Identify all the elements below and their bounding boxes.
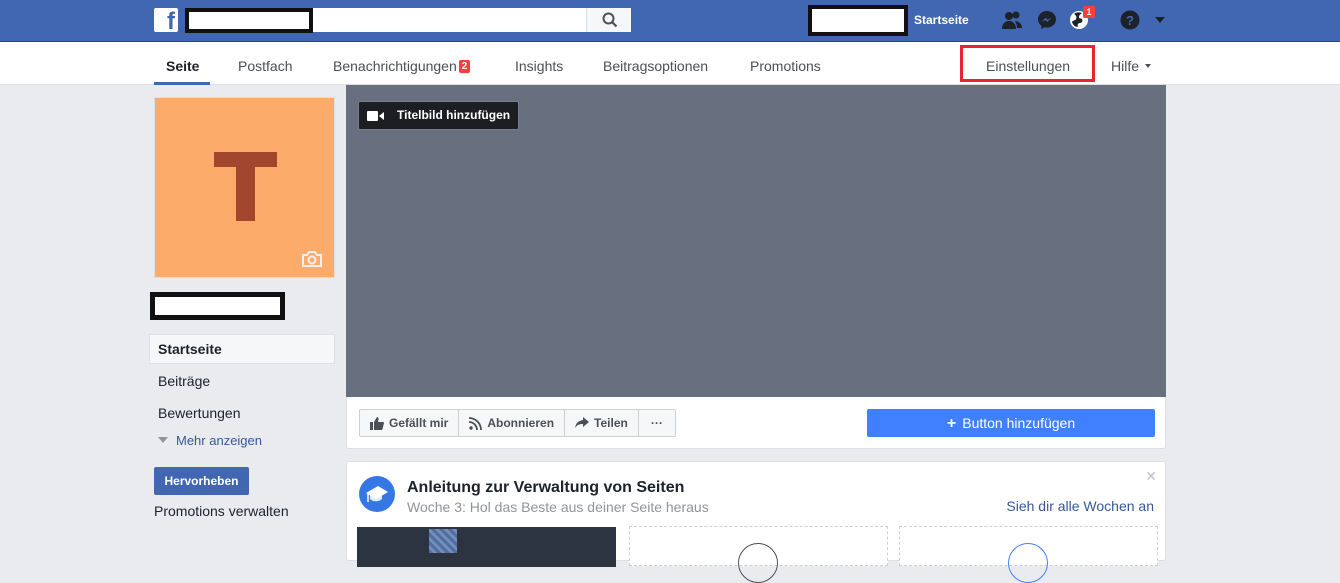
help-menu[interactable]: Hilfe (1111, 58, 1152, 74)
page-name-redacted (150, 292, 285, 320)
svg-text:?: ? (1126, 13, 1134, 28)
tab-notifications-label: Benachrichtigungen (333, 58, 457, 74)
share-arrow-icon (575, 417, 590, 428)
add-button-cta[interactable]: + Button hinzufügen (867, 409, 1155, 437)
plus-icon: + (946, 415, 957, 432)
tab-notifications[interactable]: Benachrichtigungen 2 (333, 58, 471, 74)
help-menu-label: Hilfe (1111, 58, 1140, 74)
guide-title: Anleitung zur Verwaltung von Seiten (407, 479, 685, 496)
show-more-label: Mehr anzeigen (176, 433, 262, 448)
guide-step-tile[interactable] (629, 526, 888, 583)
help-icon[interactable]: ? (1119, 9, 1141, 31)
page-action-bar: Gefällt mir Abonnieren Teilen ··· + Butto… (346, 397, 1166, 449)
video-camera-icon (367, 111, 384, 121)
more-options-button[interactable]: ··· (639, 410, 675, 436)
tab-insights[interactable]: Insights (515, 58, 563, 74)
graduation-cap-icon (359, 476, 395, 512)
see-all-weeks-link[interactable]: Sieh dir alle Wochen an (1006, 498, 1154, 514)
settings-highlight-box (960, 45, 1095, 82)
account-menu-caret-icon[interactable] (1155, 17, 1165, 23)
sidebar-item-home[interactable]: Startseite (149, 334, 335, 364)
tab-publishing-tools[interactable]: Beitragsoptionen (603, 58, 708, 74)
home-link[interactable]: Startseite (914, 13, 969, 27)
guide-step-tile[interactable] (899, 526, 1158, 583)
profile-link-redacted[interactable] (808, 5, 908, 36)
rss-icon (469, 416, 483, 430)
camera-icon[interactable] (301, 250, 323, 268)
follow-button[interactable]: Abonnieren (459, 410, 566, 436)
like-label: Gefällt mir (389, 416, 449, 430)
tab-promotions[interactable]: Promotions (750, 58, 821, 74)
search-input[interactable] (185, 8, 631, 33)
share-label: Teilen (594, 416, 628, 430)
manage-promotions-link[interactable]: Promotions verwalten (154, 503, 289, 519)
page-navigation: Seite Postfach Benachrichtigungen 2 Insig… (0, 42, 1340, 85)
chevron-down-icon (158, 437, 168, 443)
step-circle-icon (1008, 543, 1048, 583)
add-button-label: Button hinzufügen (962, 415, 1076, 431)
sidebar-item-reviews[interactable]: Bewertungen (149, 398, 335, 428)
thumbnail-graphic (429, 529, 457, 553)
page-management-guide-card: Anleitung zur Verwaltung von Seiten Woch… (346, 461, 1166, 583)
search-button[interactable] (586, 8, 631, 32)
follow-label: Abonnieren (487, 416, 555, 430)
promote-button[interactable]: Hervorheben (154, 467, 249, 495)
step-circle-icon (738, 543, 778, 583)
notifications-count-badge: 2 (458, 60, 471, 73)
friends-icon[interactable] (1001, 9, 1023, 31)
like-button[interactable]: Gefällt mir (360, 410, 460, 436)
more-dots-icon: ··· (650, 416, 663, 430)
cover-photo-area: Titelbild hinzufügen (346, 85, 1166, 397)
guide-subtitle: Woche 3: Hol das Beste aus deiner Seite … (407, 499, 709, 515)
action-button-group: Gefällt mir Abonnieren Teilen ··· (359, 409, 676, 437)
add-cover-label: Titelbild hinzufügen (397, 108, 511, 122)
messenger-icon[interactable] (1036, 9, 1058, 31)
profile-initial-letter-stem (236, 164, 255, 221)
help-caret-icon (1145, 64, 1152, 68)
thumbs-up-icon (370, 416, 384, 430)
search-icon (602, 12, 618, 28)
tab-page[interactable]: Seite (166, 58, 199, 74)
search-redacted-text (185, 8, 313, 33)
profile-picture[interactable] (154, 97, 335, 278)
sidebar-item-posts[interactable]: Beiträge (149, 366, 335, 396)
close-icon[interactable]: ✕ (1145, 468, 1157, 485)
notifications-badge: 1 (1083, 6, 1095, 18)
share-button[interactable]: Teilen (565, 410, 639, 436)
tab-inbox[interactable]: Postfach (238, 58, 292, 74)
top-navigation-bar: f Startseite 1 ? (0, 0, 1340, 42)
active-tab-indicator (154, 82, 210, 85)
guide-thumbnail[interactable] (357, 527, 616, 567)
add-cover-button[interactable]: Titelbild hinzufügen (358, 101, 519, 130)
show-more-link[interactable]: Mehr anzeigen (158, 433, 262, 448)
facebook-logo[interactable]: f (154, 8, 178, 32)
